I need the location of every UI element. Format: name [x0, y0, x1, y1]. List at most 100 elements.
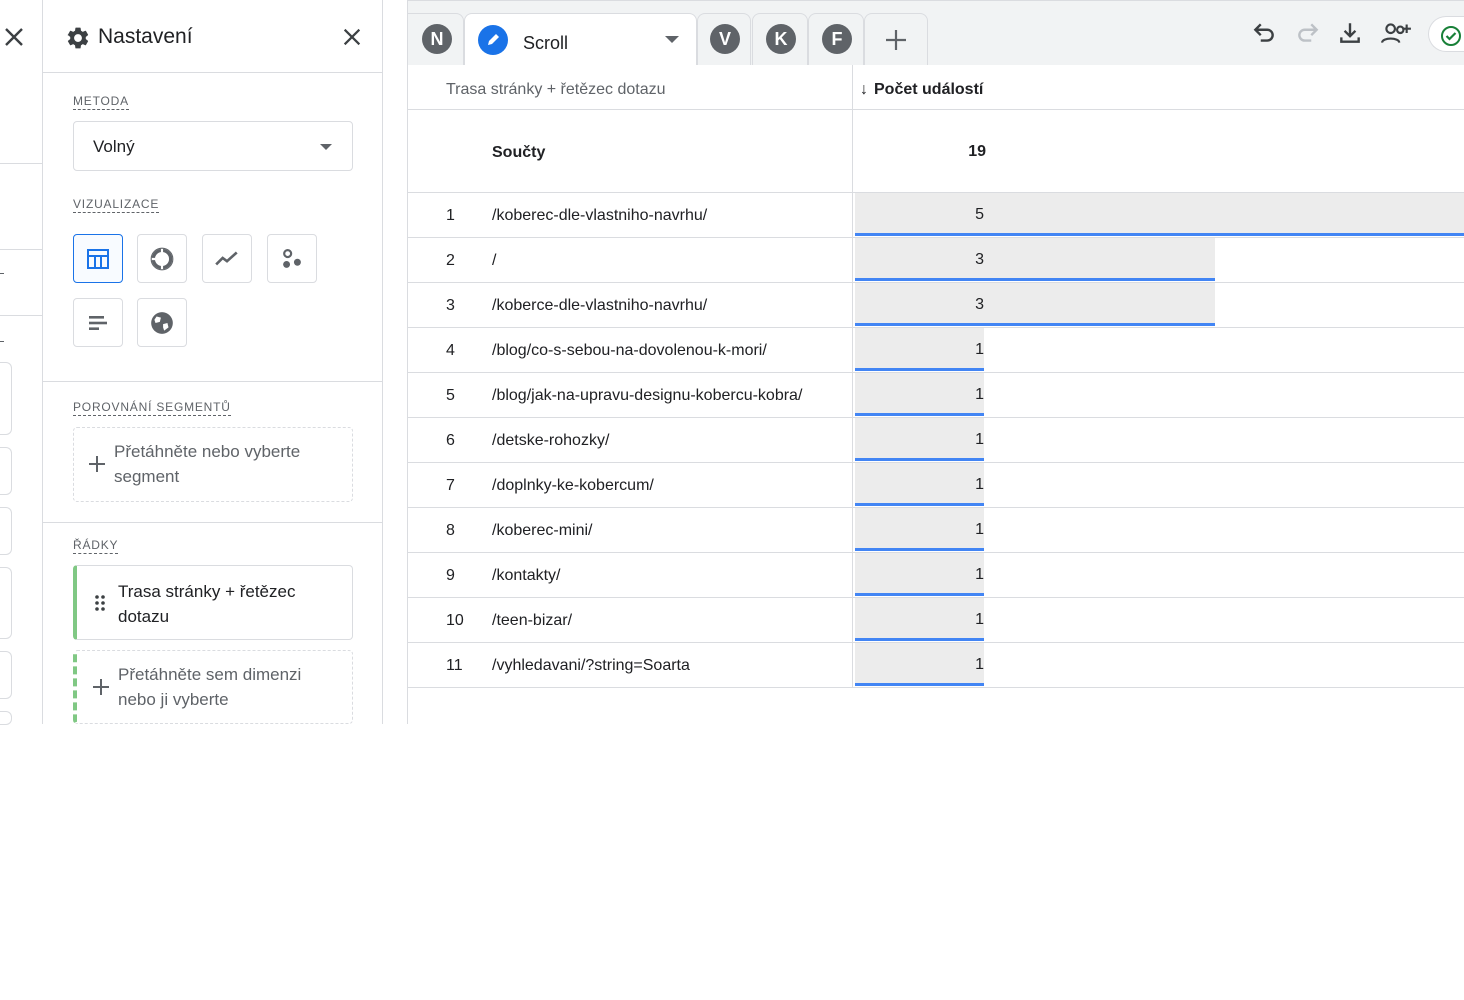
undo-icon[interactable] [1251, 20, 1277, 46]
sort-arrow-icon: ↓ [860, 81, 868, 98]
panel-card[interactable] [0, 651, 12, 699]
tab-avatar: V [710, 24, 740, 54]
table-row[interactable]: 10/teen-bizar/1 [408, 598, 1464, 643]
table-row[interactable]: 5/blog/jak-na-upravu-designu-kobercu-kob… [408, 373, 1464, 418]
row-page-path: /kontakty/ [492, 567, 561, 584]
table-row[interactable]: 11/vyhledavani/?string=Soarta 1 [408, 643, 1464, 688]
viz-donut-button[interactable] [137, 234, 187, 283]
settings-header: Nastavení [43, 0, 382, 73]
method-label: METODA [73, 94, 129, 110]
settings-title: Nastavení [98, 25, 193, 48]
row-index: 1 [446, 207, 455, 224]
tab-n[interactable]: N [408, 13, 464, 65]
row-page-path: /koberec-dle-vlastniho-navrhu/ [492, 207, 708, 224]
table-row[interactable]: 4/blog/co-s-sebou-na-dovolenou-k-mori/1 [408, 328, 1464, 373]
close-icon[interactable] [2, 25, 26, 49]
table-row[interactable]: 8/koberec-mini/1 [408, 508, 1464, 553]
plus-icon [89, 456, 105, 472]
report-canvas: N Scroll V K F Trasa stránky + řetězec d… [407, 0, 1464, 724]
tab-avatar: F [822, 24, 852, 54]
row-event-count: 3 [975, 296, 984, 313]
bar-chart-icon [89, 315, 107, 330]
drag-handle-icon[interactable] [94, 594, 106, 612]
close-icon[interactable] [341, 26, 363, 48]
chevron-down-icon [320, 144, 332, 150]
table-row[interactable]: 1/koberec-dle-vlastniho-navrhu/5 [408, 193, 1464, 238]
tab-k[interactable]: K [752, 13, 808, 65]
row-event-count: 3 [975, 251, 984, 268]
divider [408, 109, 1464, 110]
viz-line-button[interactable] [202, 234, 252, 283]
tab-avatar: K [766, 24, 796, 54]
divider [0, 163, 42, 164]
method-select[interactable]: Volný [73, 121, 353, 171]
rows-label: ŘÁDKY [73, 538, 119, 554]
row-page-path: /blog/jak-na-upravu-designu-kobercu-kobr… [492, 387, 803, 404]
panel-card[interactable] [0, 711, 12, 725]
row-page-path: /blog/co-s-sebou-na-dovolenou-k-mori/ [492, 342, 767, 359]
totals-label: Součty [492, 144, 546, 161]
row-event-count: 1 [975, 611, 984, 628]
tab-f[interactable]: F [808, 13, 864, 65]
table-row[interactable]: 2 / 3 [408, 238, 1464, 283]
viz-geo-button[interactable] [137, 298, 187, 347]
value-bar [855, 238, 1215, 281]
value-bar [855, 193, 1464, 236]
donut-chart-icon [150, 246, 174, 271]
visualization-label: VIZUALIZACE [73, 197, 160, 213]
divider [0, 315, 42, 316]
collapsed-panel [0, 0, 43, 725]
row-page-path: /koberec-mini/ [492, 522, 593, 539]
table-row[interactable]: 7/doplnky-ke-kobercum/1 [408, 463, 1464, 508]
divider [0, 249, 42, 250]
chevron-down-icon[interactable] [665, 36, 679, 43]
divider [0, 341, 4, 342]
tab-scroll[interactable]: Scroll [464, 13, 697, 65]
dimension-drop-text: Přetáhněte sem dimenzi nebo ji vyberte [118, 665, 302, 709]
divider [43, 381, 382, 382]
panel-card[interactable] [0, 567, 12, 639]
row-index: 8 [446, 522, 455, 539]
add-tab-button[interactable] [864, 13, 928, 65]
value-bar [855, 283, 1215, 326]
geo-map-icon [151, 311, 173, 334]
row-event-count: 1 [975, 566, 984, 583]
status-button[interactable] [1428, 16, 1464, 52]
row-page-path: /koberce-dle-vlastniho-navrhu/ [492, 297, 708, 314]
download-icon[interactable] [1337, 20, 1363, 46]
viz-table-button[interactable] [73, 234, 123, 283]
scatter-icon [283, 248, 301, 268]
row-index: 5 [446, 387, 455, 404]
dimension-drop-zone[interactable]: Přetáhněte sem dimenzi nebo ji vyberte [73, 650, 353, 724]
panel-card[interactable] [0, 447, 12, 495]
table-row[interactable]: 3/koberce-dle-vlastniho-navrhu/3 [408, 283, 1464, 328]
dimension-header[interactable]: Trasa stránky + řetězec dotazu [446, 81, 666, 99]
row-index: 3 [446, 297, 455, 314]
row-page-path: / [492, 252, 497, 269]
redo-icon[interactable] [1295, 20, 1321, 46]
viz-bar-button[interactable] [73, 298, 123, 347]
tab-avatar: N [422, 24, 452, 54]
row-event-count: 1 [975, 341, 984, 358]
metric-header[interactable]: ↓ Počet událostí [860, 81, 983, 99]
viz-scatter-button[interactable] [267, 234, 317, 283]
tab-v[interactable]: V [697, 13, 751, 65]
row-page-path: /vyhledavani/?string=Soarta [492, 657, 690, 674]
row-page-path: /teen-bizar/ [492, 612, 573, 629]
segment-drop-zone[interactable]: Přetáhněte nebo vyberte segment [73, 427, 353, 502]
divider [0, 273, 4, 274]
dimension-chip[interactable]: Trasa stránky + řetězec dotazu [73, 565, 353, 640]
row-index: 2 [446, 252, 455, 269]
dimension-chip-label: Trasa stránky + řetězec dotazu [118, 582, 296, 626]
status-check-icon [1441, 26, 1461, 46]
row-event-count: 1 [975, 476, 984, 493]
method-value: Volný [93, 137, 135, 156]
panel-card[interactable] [0, 362, 12, 435]
table-row[interactable]: 9/kontakty/1 [408, 553, 1464, 598]
row-index: 6 [446, 432, 455, 449]
panel-card[interactable] [0, 507, 12, 555]
settings-panel: Nastavení METODA Volný VIZUALIZACE POROV… [43, 0, 383, 724]
table-row[interactable]: 6/detske-rohozky/1 [408, 418, 1464, 463]
segments-label: POROVNÁNÍ SEGMENTŮ [73, 400, 231, 416]
share-user-icon[interactable] [1380, 20, 1412, 46]
